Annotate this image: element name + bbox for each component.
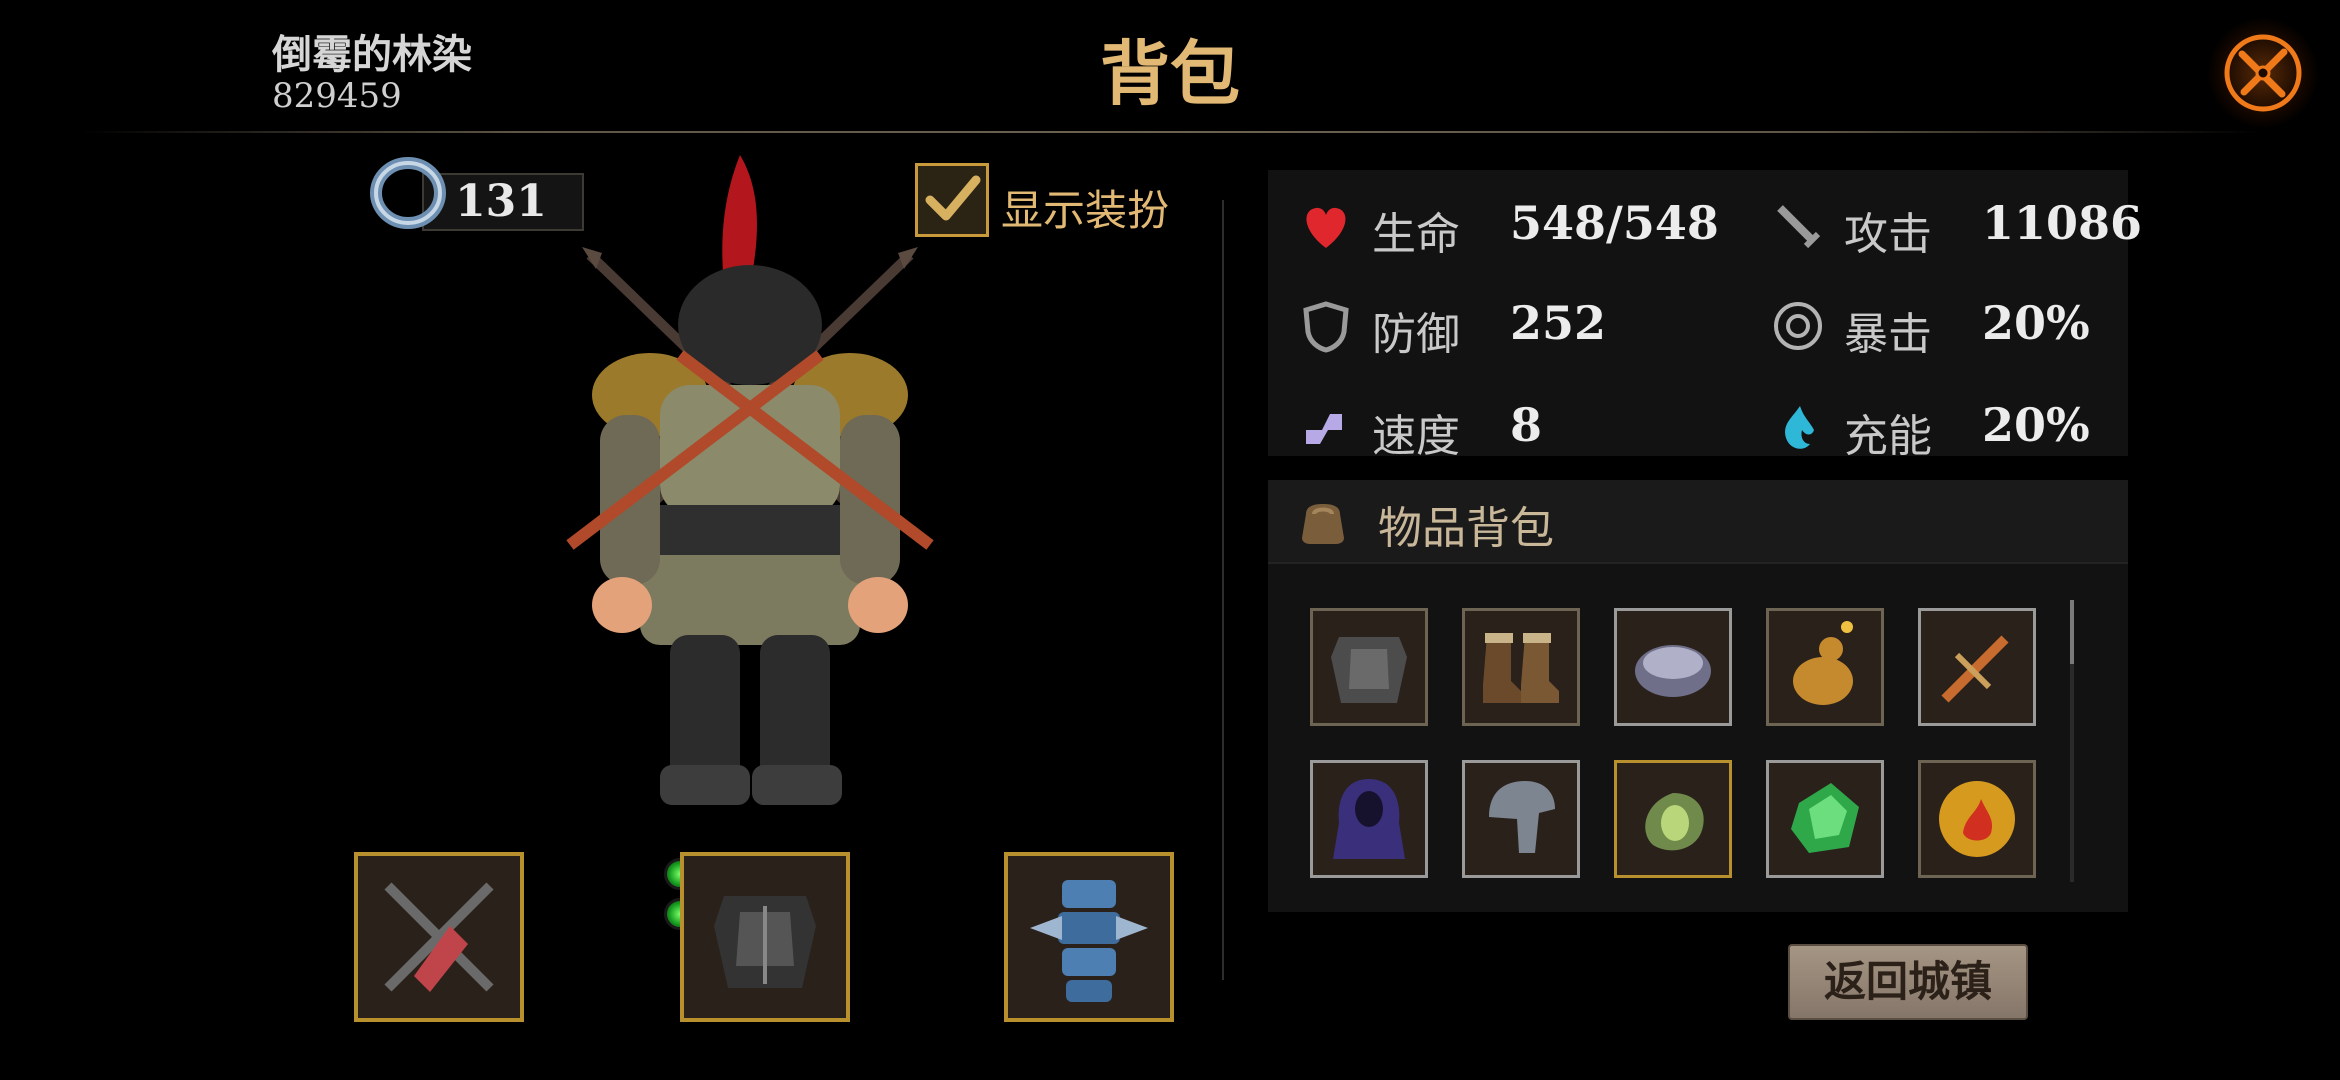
dagger-icon xyxy=(1941,635,2009,703)
fire-coin-icon xyxy=(1939,781,2015,857)
sword-icon xyxy=(1777,205,1821,249)
stat-value: 8 xyxy=(1510,398,1543,452)
character-model[interactable] xyxy=(540,145,960,825)
stat-name: 速度 xyxy=(1372,411,1460,462)
equipment-slot-weapon[interactable] xyxy=(354,852,524,1022)
heart-icon xyxy=(1306,207,1346,248)
stats-panel: 生命 548/548 攻击 11086 防御 252 暴击 20% 速度 8 充… xyxy=(1268,170,2142,462)
boots-icon xyxy=(1483,633,1559,703)
stat-name: 防御 xyxy=(1372,309,1460,360)
crit-target-icon xyxy=(1774,302,1822,350)
bag-title: 物品背包 xyxy=(1378,503,1554,554)
return-to-town-label: 返回城镇 xyxy=(1823,957,1992,1006)
stat-value: 20% xyxy=(1982,296,2090,350)
stat-name: 攻击 xyxy=(1844,209,1932,260)
shield-icon xyxy=(1303,301,1349,353)
bag-icon xyxy=(1302,504,1344,544)
return-to-town-button[interactable]: 返回城镇 xyxy=(1788,944,2028,1020)
stat-name: 暴击 xyxy=(1844,309,1932,360)
crossed-daggers-icon xyxy=(384,882,494,992)
bag-item[interactable] xyxy=(1766,760,1884,878)
header-divider xyxy=(80,131,2260,133)
green-gem-icon xyxy=(1791,783,1859,853)
bag-header: 物品背包 xyxy=(1268,480,2128,564)
bracer-icon xyxy=(1635,645,1711,697)
purple-cloak-icon xyxy=(1333,779,1405,859)
bag-item[interactable] xyxy=(1462,760,1580,878)
top-bar: 倒霉的林染 829459 背包 xyxy=(0,0,2340,133)
bag-item[interactable] xyxy=(1310,760,1428,878)
close-crossed-swords-icon xyxy=(2224,34,2302,112)
boot-speed-icon xyxy=(1306,414,1342,444)
chest-armor-icon xyxy=(1331,637,1407,703)
blue-leg-armor-icon xyxy=(1030,880,1148,1002)
stat-value: 252 xyxy=(1510,296,1607,350)
stat-value: 548/548 xyxy=(1510,196,1719,250)
bag-item[interactable] xyxy=(1918,608,2036,726)
energy-flame-icon xyxy=(1785,406,1814,449)
equipment-slot-armor[interactable] xyxy=(680,852,850,1022)
stat-name: 生命 xyxy=(1372,209,1460,260)
bag-scrollbar-thumb[interactable] xyxy=(2070,600,2074,664)
helmet-icon xyxy=(1489,781,1555,853)
item-bag-panel: 物品背包 xyxy=(1268,480,2128,912)
page-title: 背包 xyxy=(1100,32,1240,115)
panel-divider xyxy=(1222,200,1224,980)
green-amulet-icon xyxy=(1645,793,1704,851)
stat-value: 11086 xyxy=(1982,196,2143,250)
stat-value: 20% xyxy=(1982,398,2090,452)
show-outfit-label: 显示装扮 xyxy=(1001,186,1170,235)
close-button[interactable] xyxy=(2208,18,2318,128)
potion-gourd-icon xyxy=(1793,621,1853,705)
stat-name: 充能 xyxy=(1844,411,1932,462)
bag-item[interactable] xyxy=(1614,760,1732,878)
bag-item[interactable] xyxy=(1614,608,1732,726)
equipment-slot-legs[interactable] xyxy=(1004,852,1174,1022)
bag-item[interactable] xyxy=(1766,608,1884,726)
bag-item[interactable] xyxy=(1310,608,1428,726)
bag-item[interactable] xyxy=(1918,760,2036,878)
dark-armor-icon xyxy=(714,896,816,988)
bag-item[interactable] xyxy=(1462,608,1580,726)
